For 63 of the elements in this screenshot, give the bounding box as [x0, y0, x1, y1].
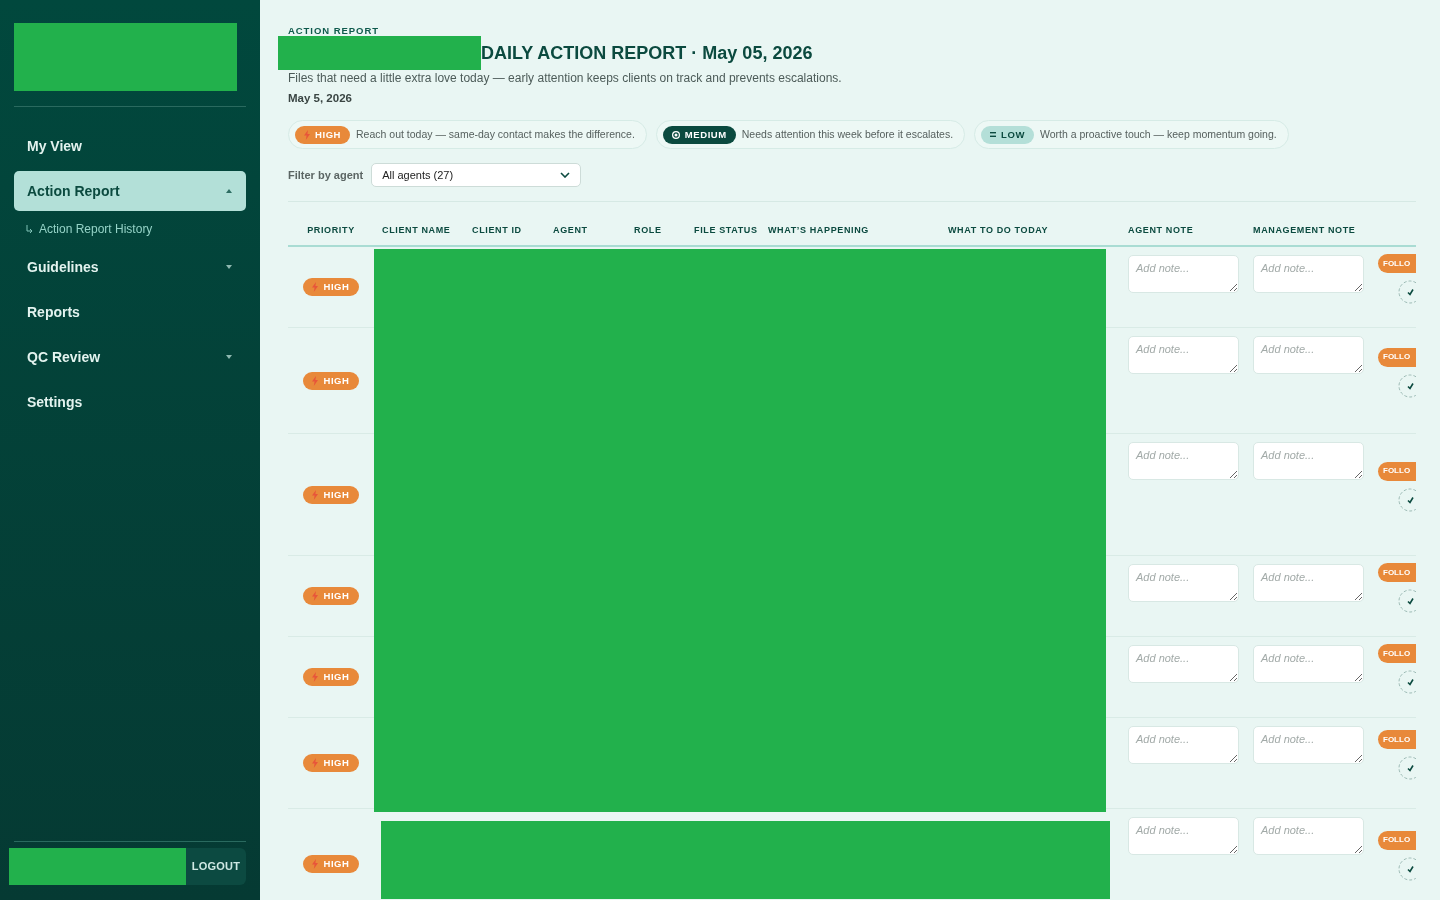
lightning-icon	[312, 489, 319, 500]
column-header: WHAT TO DO TODAY	[948, 224, 1049, 236]
note-field[interactable]: Add note...	[1253, 255, 1364, 293]
priority-label: HIGH	[323, 375, 350, 386]
circle-dot-icon	[671, 130, 680, 139]
legend-description: Worth a proactive touch — keep momentum going.	[1039, 126, 1277, 142]
column-header: CLIENT ID	[472, 224, 522, 236]
note-field[interactable]: Add note...	[1253, 817, 1364, 855]
column-header: PRIORITY	[307, 224, 355, 236]
lightning-icon	[312, 758, 319, 768]
note-field[interactable]: Add note...	[1128, 817, 1239, 855]
priority-label: HIGH	[323, 591, 350, 601]
equals-icon	[990, 132, 997, 137]
column-header: AGENT NOTE	[1128, 224, 1194, 236]
report-date: May 5, 2026	[288, 91, 353, 106]
logout-button[interactable]: LOGOUT	[186, 848, 246, 885]
sidebar-nav-item[interactable]: Guidelines	[14, 247, 246, 287]
note-field[interactable]: Add note...	[1253, 645, 1364, 683]
page-eyebrow: ACTION REPORT	[288, 26, 380, 36]
priority-label: LOW	[1001, 129, 1025, 140]
priority-label: HIGH	[323, 489, 350, 500]
lightning-icon	[304, 129, 310, 140]
note-field[interactable]: Add note...	[1128, 726, 1239, 764]
column-header: WHAT’S HAPPENING	[768, 224, 869, 236]
sidebar-nav-item[interactable]: QC Review	[14, 337, 246, 377]
sidebar-nav-item[interactable]: My View	[14, 126, 246, 166]
note-field[interactable]: Add note...	[1128, 564, 1239, 602]
note-field[interactable]: Add note...	[1253, 442, 1364, 480]
lightning-icon	[312, 375, 319, 386]
sidebar-nav-item[interactable]: Action Report	[14, 171, 246, 211]
priority-label: HIGH	[323, 282, 350, 292]
priority-label: HIGH	[323, 672, 350, 682]
legend-description: Needs attention this week before it escalates.	[741, 126, 954, 142]
priority-label: HIGH	[315, 129, 342, 140]
column-header: AGENT	[553, 224, 588, 236]
note-field[interactable]: Add note...	[1253, 564, 1364, 602]
note-field[interactable]: Add note...	[1128, 336, 1239, 374]
note-field[interactable]: Add note...	[1253, 336, 1364, 374]
chevron-down-icon	[560, 172, 571, 178]
legend-description: Reach out today — same-day contact makes the difference.	[356, 126, 635, 142]
column-header: FILE STATUS	[694, 224, 758, 236]
page-subtitle: Files that need a little extra love today — early attention keeps clients on track and prevents escalations.	[288, 70, 843, 86]
priority-label: MEDIUM	[684, 129, 727, 140]
lightning-icon	[312, 672, 319, 682]
note-field[interactable]: Add note...	[1253, 726, 1364, 764]
note-field[interactable]: Add note...	[1128, 442, 1239, 480]
lightning-icon	[312, 858, 319, 869]
priority-label: HIGH	[323, 758, 350, 768]
lightning-icon	[312, 591, 319, 601]
sidebar-subnav-item[interactable]: Action Report History	[39, 220, 153, 238]
column-header: MANAGEMENT NOTE	[1253, 224, 1356, 236]
agent-filter-select[interactable]: All agents (27)	[371, 163, 582, 187]
filter-label: Filter by agent	[288, 167, 364, 183]
return-arrow-icon	[26, 224, 33, 234]
note-field[interactable]: Add note...	[1128, 645, 1239, 683]
priority-label: HIGH	[323, 858, 350, 869]
column-header: ROLE	[634, 224, 662, 236]
lightning-icon	[312, 282, 319, 292]
note-field[interactable]: Add note...	[1128, 255, 1239, 293]
page-title: DAILY ACTION REPORT · May 05, 2026	[481, 41, 813, 65]
sidebar-nav-item[interactable]: Settings	[14, 382, 246, 422]
sidebar-nav-item[interactable]: Reports	[14, 292, 246, 332]
column-header: CLIENT NAME	[382, 224, 451, 236]
